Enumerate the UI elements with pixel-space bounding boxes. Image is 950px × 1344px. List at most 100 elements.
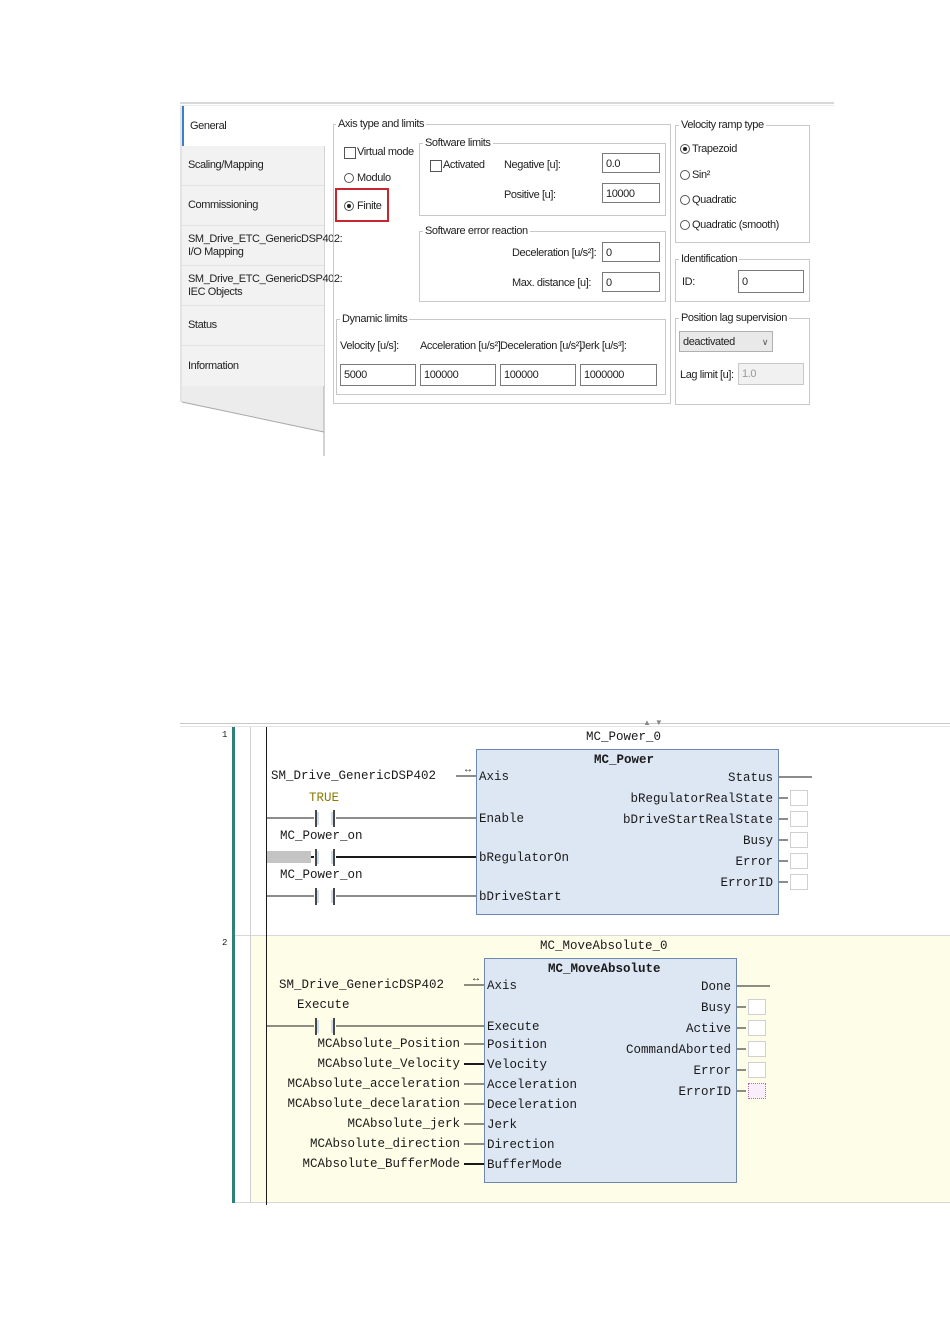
virtual-mode-label: Virtual mode (357, 146, 414, 158)
contact-power-on-1[interactable] (312, 847, 338, 867)
sin2-radio[interactable] (680, 170, 690, 180)
output-errorid: ErrorID (720, 876, 773, 890)
output-box-bregulatorrealstate[interactable] (790, 790, 808, 806)
finite-label: Finite (357, 200, 382, 212)
error-deceleration-label: Deceleration [u/s²]: (512, 247, 597, 259)
output-box-active[interactable] (748, 1020, 766, 1036)
true-constant[interactable]: TRUE (309, 791, 339, 805)
tab-label: SM_Drive_ETC_GenericDSP402: I/O Mapping (188, 232, 343, 258)
acceleration-label: Acceleration [u/s²] (420, 340, 501, 352)
software-limits-legend: Software limits (423, 137, 493, 149)
tab-label: General (190, 119, 227, 132)
input-execute: Execute (487, 1020, 540, 1034)
trapezoid-radio[interactable] (680, 144, 690, 154)
output-box-busy[interactable] (790, 832, 808, 848)
input-direction: Direction (487, 1138, 555, 1152)
contact-execute[interactable] (312, 1016, 338, 1036)
network-gutter-line (250, 727, 251, 1203)
input-jerk: Jerk (487, 1118, 518, 1132)
error-deceleration-input[interactable]: 0 (602, 242, 660, 262)
output-error-2: Error (693, 1064, 731, 1078)
editor-bottom-border (232, 1202, 950, 1203)
inout-arrow-icon: ↔ (473, 974, 480, 985)
quadratic-smooth-radio[interactable] (680, 220, 690, 230)
output-box-error[interactable] (790, 853, 808, 869)
acceleration-input[interactable]: 100000 (420, 364, 496, 386)
var-position[interactable]: MCAbsolute_Position (260, 1037, 460, 1051)
max-distance-input[interactable]: 0 (602, 272, 660, 292)
editor-top-border (180, 723, 950, 724)
output-box-busy-2[interactable] (748, 999, 766, 1015)
var-velocity[interactable]: MCAbsolute_Velocity (260, 1057, 460, 1071)
var-direction[interactable]: MCAbsolute_direction (260, 1137, 460, 1151)
output-box-errorid[interactable] (790, 874, 808, 890)
axis-variable[interactable]: SM_Drive_GenericDSP402 (271, 769, 436, 783)
tab-label: Commissioning (188, 199, 258, 211)
mc-moveabsolute-instance-name[interactable]: MC_MoveAbsolute_0 (540, 939, 668, 953)
positive-input[interactable]: 10000 (602, 183, 660, 203)
input-acceleration: Acceleration (487, 1078, 578, 1092)
quadratic-radio[interactable] (680, 195, 690, 205)
max-distance-label: Max. distance [u]: (512, 277, 592, 289)
output-status: Status (727, 771, 773, 785)
contact-power-on-2-variable[interactable]: MC_Power_on (280, 868, 363, 882)
var-acceleration[interactable]: MCAbsolute_acceleration (260, 1077, 460, 1091)
input-bdrivestart: bDriveStart (479, 890, 562, 904)
modulo-label: Modulo (357, 172, 391, 184)
output-bregulatorrealstate: bRegulatorRealState (630, 792, 773, 806)
output-done: Done (700, 980, 731, 994)
output-box-bdrivestartrealstate[interactable] (790, 811, 808, 827)
execute-contact-variable[interactable]: Execute (297, 998, 350, 1012)
id-input[interactable]: 0 (738, 270, 804, 293)
output-errorid-2: ErrorID (678, 1085, 731, 1099)
deceleration-input[interactable]: 100000 (500, 364, 576, 386)
axis-variable-2[interactable]: SM_Drive_GenericDSP402 (279, 978, 444, 992)
output-box-commandaborted[interactable] (748, 1041, 766, 1057)
negative-label: Negative [u]: (504, 159, 561, 171)
id-label: ID: (682, 276, 695, 288)
jerk-input[interactable]: 1000000 (580, 364, 657, 386)
software-limits-activated-label: Activated (443, 159, 485, 171)
var-jerk[interactable]: MCAbsolute_jerk (260, 1117, 460, 1131)
lag-limit-label: Lag limit [u]: (680, 369, 734, 381)
output-commandaborted: CommandAborted (625, 1043, 731, 1057)
software-error-reaction-legend: Software error reaction (423, 225, 530, 237)
output-box-error-2[interactable] (748, 1062, 766, 1078)
contact-power-on-1-variable[interactable]: MC_Power_on (280, 829, 363, 843)
output-box-errorid-2[interactable] (748, 1083, 766, 1099)
position-lag-select[interactable]: deactivated ∨ (679, 331, 773, 352)
chevron-down-icon: ∨ (761, 337, 769, 347)
tab-label: SM_Drive_ETC_GenericDSP402: IEC Objects (188, 272, 343, 298)
network-separator (232, 935, 950, 936)
tab-io-mapping[interactable]: SM_Drive_ETC_GenericDSP402: I/O Mapping (182, 226, 343, 266)
virtual-mode-checkbox[interactable] (344, 147, 356, 159)
mc-power-instance-name[interactable]: MC_Power_0 (586, 730, 661, 744)
contact-true[interactable] (312, 808, 338, 828)
lag-limit-input[interactable]: 1.0 (738, 363, 804, 385)
output-error: Error (735, 855, 773, 869)
modulo-radio[interactable] (344, 173, 354, 183)
software-limits-activated-checkbox[interactable] (430, 160, 442, 172)
tab-commissioning[interactable]: Commissioning (182, 186, 324, 226)
quadratic-label: Quadratic (692, 194, 737, 206)
dynamic-limits-legend: Dynamic limits (340, 313, 410, 325)
output-active: Active (685, 1022, 731, 1036)
axis-type-legend: Axis type and limits (336, 118, 427, 130)
mc-power-type-name: MC_Power (594, 753, 655, 767)
tab-scaling-mapping[interactable]: Scaling/Mapping (182, 146, 324, 186)
output-bdrivestartrealstate: bDriveStartRealState (622, 813, 773, 827)
var-buffermode[interactable]: MCAbsolute_BufferMode (260, 1157, 460, 1171)
tab-general[interactable]: General (182, 106, 324, 146)
finite-radio[interactable] (344, 201, 354, 211)
velocity-input[interactable]: 5000 (340, 364, 416, 386)
contact-power-on-2[interactable] (312, 886, 338, 906)
var-deceleration[interactable]: MCAbsolute_decelaration (260, 1097, 460, 1111)
tab-information[interactable]: Information (182, 346, 324, 386)
negative-input[interactable]: 0.0 (602, 153, 660, 173)
tab-status[interactable]: Status (182, 306, 324, 346)
tab-iec-objects[interactable]: SM_Drive_ETC_GenericDSP402: IEC Objects (182, 266, 343, 306)
splitter-arrows-icon[interactable]: ▲▼ (643, 718, 667, 727)
network-1-number: 1 (222, 730, 228, 740)
tab-label: Information (188, 359, 239, 372)
inout-arrow-icon: ↔ (465, 765, 472, 776)
